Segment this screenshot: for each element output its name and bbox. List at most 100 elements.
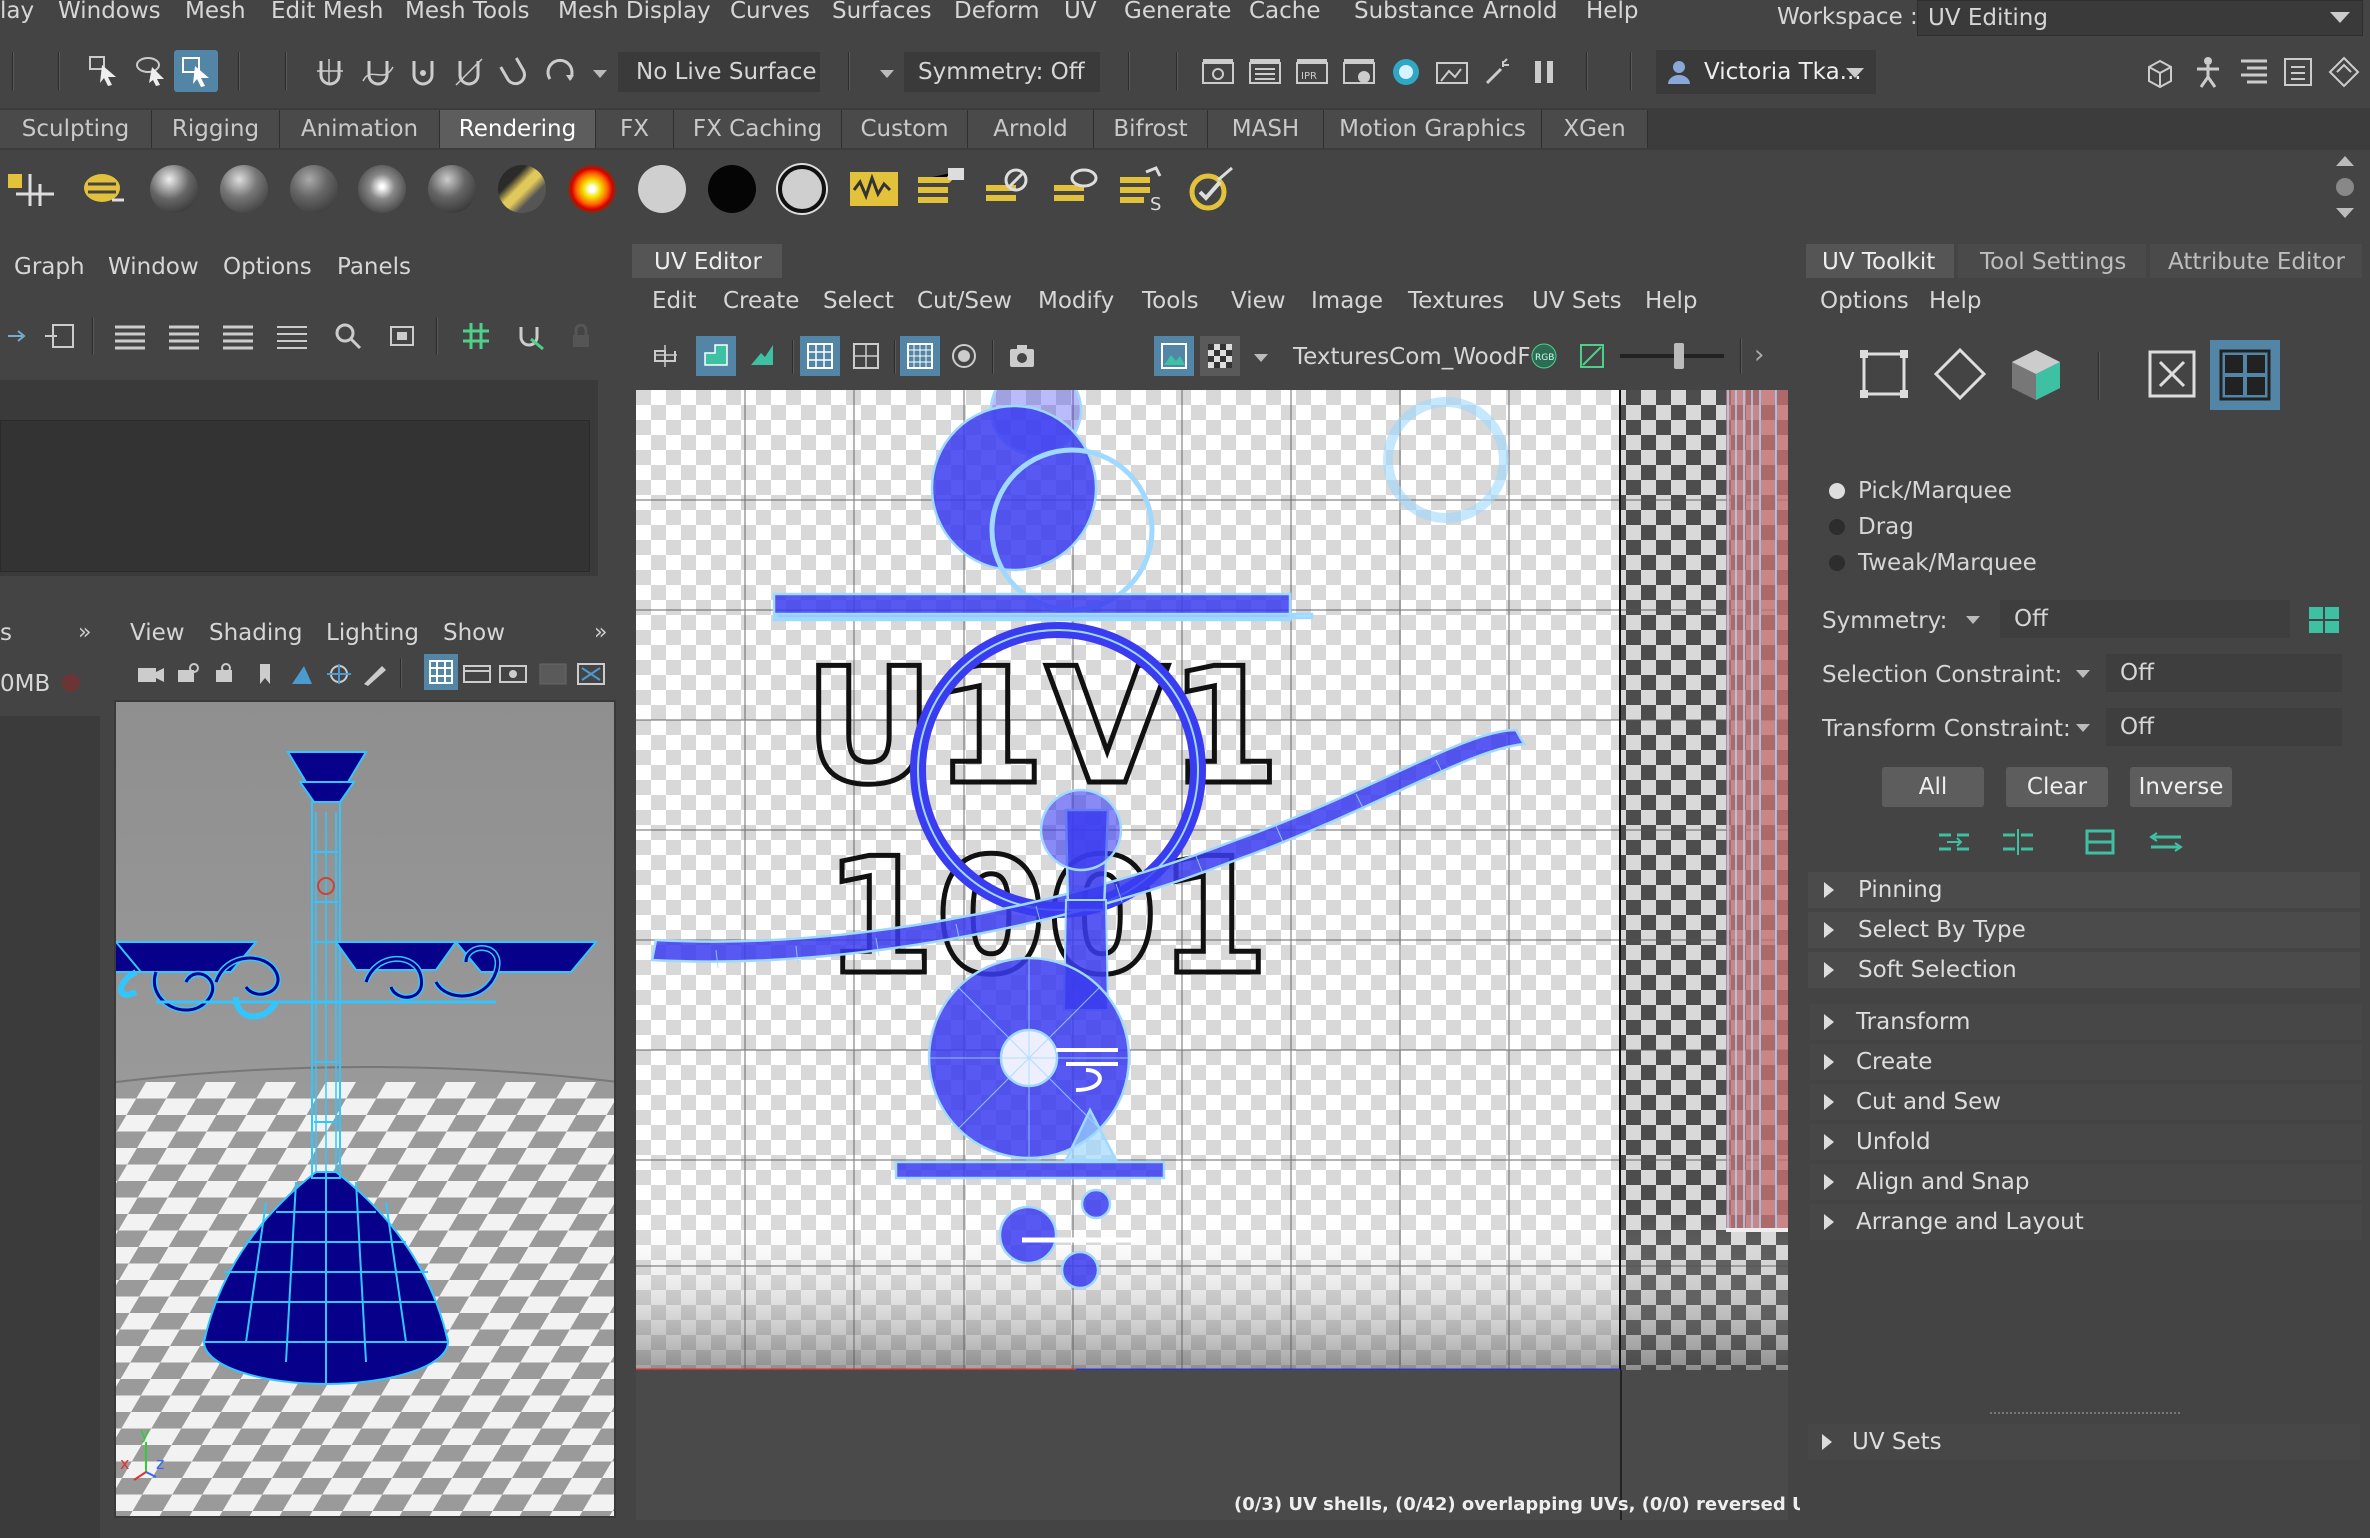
toolkit-menu-help[interactable]: Help xyxy=(1929,290,1981,313)
uv-menu-uv-sets[interactable]: UV Sets xyxy=(1532,290,1622,313)
select-loop-icon[interactable] xyxy=(2148,824,2184,860)
menu-deform[interactable]: Deform xyxy=(954,0,1040,23)
tool-settings-icon[interactable] xyxy=(2326,54,2362,90)
viewport-menu-view[interactable]: View xyxy=(130,622,185,645)
uv-editor-tab[interactable]: UV Editor xyxy=(632,244,782,278)
uv-menu-image[interactable]: Image xyxy=(1311,290,1383,313)
chevron-down-icon[interactable] xyxy=(1254,354,1268,362)
section-cut-and-sew[interactable]: Cut and Sew xyxy=(1810,1084,2362,1120)
shelf-tab-motion-graphics[interactable]: Motion Graphics xyxy=(1324,110,1542,148)
channel-box-icon[interactable] xyxy=(2236,54,2272,90)
chevron-right-icon[interactable]: » xyxy=(78,620,91,645)
mode-tweak-label[interactable]: Tweak/Marquee xyxy=(1858,552,2037,575)
menu-uv[interactable]: UV xyxy=(1064,0,1097,23)
image-plane-icon[interactable] xyxy=(288,656,318,692)
transform-constraint-dropdown[interactable]: Off xyxy=(2106,708,2342,746)
texture-name-label[interactable]: TexturesCom_WoodF xyxy=(1293,346,1531,369)
menu-arnold[interactable]: Arnold xyxy=(1483,0,1557,23)
target-check-icon[interactable] xyxy=(1186,166,1238,212)
layout-vertical-icon[interactable] xyxy=(166,318,202,354)
attribute-editor-icon[interactable] xyxy=(2280,54,2316,90)
shelf-tab-mash[interactable]: MASH xyxy=(1208,110,1324,148)
render-current-frame-icon[interactable] xyxy=(1200,54,1236,90)
camera-lock-icon[interactable] xyxy=(174,656,204,692)
uv-mode-edge-icon[interactable] xyxy=(1932,346,1988,402)
color-shader-icon[interactable] xyxy=(568,165,616,213)
symmetry-field[interactable]: Symmetry: Off xyxy=(904,52,1100,92)
shelf-tab-custom[interactable]: Custom xyxy=(842,110,968,148)
shelf-tab-bifrost[interactable]: Bifrost xyxy=(1094,110,1208,148)
clear-selection-button[interactable]: Clear xyxy=(2006,767,2108,807)
toolkit-tab-attribute-editor[interactable]: Attribute Editor xyxy=(2150,244,2362,278)
panel-splitter[interactable] xyxy=(1990,1412,2180,1414)
menu-surfaces[interactable]: Surfaces xyxy=(832,0,932,23)
menu-mesh-tools[interactable]: Mesh Tools xyxy=(405,0,530,23)
ipr-render-icon[interactable]: IPR xyxy=(1294,54,1330,90)
uv-menu-help[interactable]: Help xyxy=(1645,290,1697,313)
menu-generate[interactable]: Generate xyxy=(1124,0,1231,23)
uv-distortion-icon[interactable] xyxy=(744,338,780,374)
outliner-list[interactable] xyxy=(0,420,590,572)
snap-projected-icon[interactable] xyxy=(451,54,487,90)
select-tool-icon[interactable] xyxy=(85,52,121,88)
menu-help[interactable]: Help xyxy=(1586,0,1638,23)
modeling-toolkit-icon[interactable] xyxy=(2142,54,2178,90)
live-surface-field[interactable]: No Live Surface xyxy=(618,52,820,92)
slider-handle[interactable] xyxy=(1674,343,1684,369)
toolkit-tab-tool-settings[interactable]: Tool Settings xyxy=(1958,244,2146,278)
chevron-down-icon[interactable] xyxy=(2076,670,2090,678)
uv-menu-create[interactable]: Create xyxy=(723,290,799,313)
rgb-channels-icon[interactable]: RGB xyxy=(1526,338,1562,374)
section-select-by-type[interactable]: Select By Type xyxy=(1808,912,2360,948)
section-soft-selection[interactable]: Soft Selection xyxy=(1808,952,2360,988)
uv-menu-tools[interactable]: Tools xyxy=(1142,290,1199,313)
uv-canvas[interactable]: U1V1 1001 xyxy=(636,390,1788,1370)
mode-drag-radio[interactable] xyxy=(1829,519,1845,535)
spot-light-icon[interactable] xyxy=(358,165,406,213)
render-globals-icon[interactable] xyxy=(6,166,58,212)
snap-grid-icon[interactable] xyxy=(312,54,348,90)
chevron-down-icon[interactable] xyxy=(1966,616,1980,624)
uv-checker-icon[interactable] xyxy=(900,336,940,376)
mode-pick-radio[interactable] xyxy=(1829,483,1845,499)
gate-mask-icon[interactable] xyxy=(538,656,568,692)
snap-magnet-icon[interactable] xyxy=(512,318,548,354)
menu-cache[interactable]: Cache xyxy=(1249,0,1321,23)
chevron-down-icon[interactable] xyxy=(880,70,894,78)
mode-tweak-radio[interactable] xyxy=(1829,555,1845,571)
uv-menu-select[interactable]: Select xyxy=(823,290,894,313)
perspective-viewport[interactable]: x y z xyxy=(114,700,616,1518)
grease-pencil-icon[interactable] xyxy=(360,656,390,692)
uv-snapshot-icon[interactable] xyxy=(648,338,684,374)
left-menu-graph[interactable]: Graph xyxy=(14,256,85,279)
menu-display[interactable]: lay xyxy=(0,0,34,23)
resolution-gate-icon[interactable] xyxy=(498,656,528,692)
viewport-menu-shading[interactable]: Shading xyxy=(209,622,302,645)
inverse-selection-button[interactable]: Inverse xyxy=(2130,767,2232,807)
ambient-light-icon[interactable] xyxy=(150,165,198,213)
point-light-icon[interactable] xyxy=(290,165,338,213)
toolkit-menu-options[interactable]: Options xyxy=(1820,290,1909,313)
menu-mesh[interactable]: Mesh xyxy=(185,0,246,23)
menu-curves[interactable]: Curves xyxy=(730,0,810,23)
left-menu-options[interactable]: Options xyxy=(223,256,312,279)
menu-mesh-display[interactable]: Mesh Display xyxy=(558,0,711,23)
shelf-tab-fx-caching[interactable]: FX Caching xyxy=(674,110,842,148)
render-view-icon[interactable] xyxy=(1434,54,1470,90)
light-linking-icon[interactable] xyxy=(76,166,128,212)
viewport-menu-show[interactable]: Show xyxy=(443,622,505,645)
shelf-tab-animation[interactable]: Animation xyxy=(280,110,440,148)
paint-select-icon[interactable] xyxy=(174,50,218,92)
frame-selection-icon[interactable] xyxy=(384,318,420,354)
volume-light-icon[interactable] xyxy=(498,165,546,213)
render-settings-icon[interactable] xyxy=(1341,54,1377,90)
uv-dim-image-icon[interactable] xyxy=(946,338,982,374)
render-layer-remove-icon[interactable] xyxy=(982,166,1034,212)
section-pinning[interactable]: Pinning xyxy=(1808,872,2360,908)
uv-mode-uv-icon[interactable] xyxy=(2144,346,2200,402)
grid-toggle-icon[interactable] xyxy=(424,654,458,690)
section-create[interactable]: Create xyxy=(1810,1044,2362,1080)
lock-icon[interactable] xyxy=(562,318,598,354)
shelf-tab-rendering[interactable]: Rendering xyxy=(440,110,596,148)
chevron-down-icon[interactable] xyxy=(2076,724,2090,732)
